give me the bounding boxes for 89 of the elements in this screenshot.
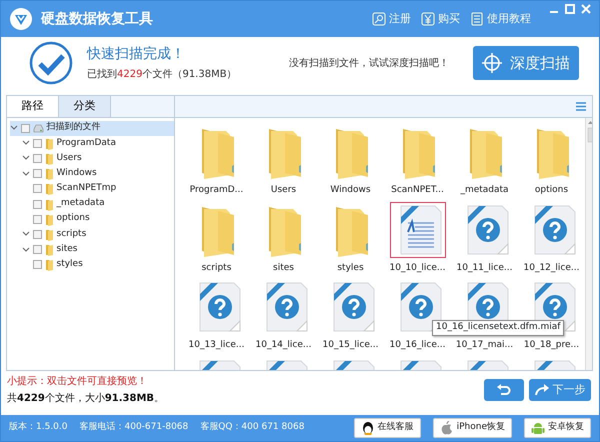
penguin-icon [360, 421, 375, 435]
tree-label: _metadata [56, 197, 105, 210]
file-name: 10_17_mai... [456, 339, 514, 352]
tree-item[interactable]: ProgramData [10, 136, 174, 151]
checkbox[interactable] [32, 260, 42, 270]
checkmark-circle-icon [29, 41, 73, 85]
scrollbar[interactable] [585, 118, 592, 370]
undo-arrow-icon [497, 384, 511, 396]
tree-item[interactable]: sites [10, 242, 174, 258]
chevron-down-icon[interactable] [10, 124, 18, 132]
tree-label: ProgramData [56, 136, 116, 150]
version-text: 版本：1.5.0.0 [9, 421, 68, 434]
tab[interactable]: 路径 [7, 96, 59, 117]
tree-item[interactable]: Windows [10, 166, 174, 182]
deep-scan-hint: 没有扫描到文件，试试深度扫描吧！ [289, 56, 449, 70]
tree-item[interactable]: Users [10, 150, 174, 166]
file-name: Windows [330, 184, 371, 197]
chevron-down-icon[interactable] [22, 154, 30, 162]
close-icon[interactable] [581, 4, 591, 14]
checkbox[interactable] [20, 124, 30, 133]
checkbox[interactable] [32, 154, 42, 163]
chevron-down-icon[interactable] [22, 246, 30, 254]
folder-icon [44, 243, 54, 256]
checkbox[interactable] [32, 214, 42, 224]
checkbox[interactable] [32, 138, 42, 148]
checkbox[interactable] [32, 184, 42, 194]
online-button[interactable]: 在线客服 [354, 418, 421, 438]
android-button[interactable]: 安卓恢复 [524, 418, 591, 438]
file-name: 10_15_lice... [322, 339, 378, 352]
forward-arrow-icon [534, 384, 548, 396]
folder-icon [44, 136, 54, 150]
file-name: 10_12_lice... [524, 262, 580, 274]
document-icon [470, 12, 484, 26]
file-name: options [534, 184, 568, 197]
scan-complete-title: 快速扫描完成！ [87, 44, 186, 64]
file-name: 10_14_lice... [256, 339, 312, 352]
checkbox[interactable] [32, 200, 42, 209]
file-name: ProgramD... [190, 184, 244, 197]
iphone-button[interactable]: iPhone恢复 [432, 418, 512, 438]
files-total-summary: 共4229个文件，大小91.38MB。 [7, 392, 164, 406]
tree-item[interactable]: styles [10, 257, 174, 272]
menu-icon[interactable] [576, 102, 586, 111]
drive-icon [32, 122, 44, 134]
file-name: 10_16_lice... [390, 339, 446, 352]
chevron-down-icon[interactable] [22, 170, 30, 178]
file-name: 10_18_pre... [524, 339, 580, 352]
folder-icon [44, 198, 54, 211]
tree-label: options [56, 212, 90, 226]
tree-item[interactable]: _metadata [10, 196, 174, 212]
checkbox[interactable] [32, 245, 42, 254]
qq-text: 客服QQ：400 671 8068 [200, 421, 304, 434]
checkbox[interactable] [32, 230, 42, 239]
crosshair-icon [482, 53, 502, 73]
shield-logo-icon [9, 7, 33, 31]
found-files-summary: 已找到4229个文件（91.38MB） [87, 68, 237, 82]
tree-label: Users [56, 152, 82, 165]
file-name: scripts [202, 262, 232, 274]
tree-item[interactable]: options [10, 212, 174, 227]
back-button[interactable] [484, 379, 524, 401]
file-name: ScanNPET... [391, 184, 444, 197]
android-robot-icon [531, 421, 545, 435]
file-name: _metadata [460, 184, 509, 197]
phone-text: 客服电话：400-671-8068 [80, 421, 188, 434]
tree-item[interactable]: ScanNPETmp [10, 181, 174, 196]
chevron-down-icon[interactable] [22, 230, 30, 238]
file-name: 10_10_lice... [390, 262, 446, 274]
tree-label: ScanNPETmp [56, 182, 116, 196]
file-tile[interactable] [390, 202, 446, 258]
window-title: 硬盘数据恢复工具 [41, 10, 153, 28]
file-name: Users [270, 184, 296, 197]
maximize-icon[interactable] [565, 4, 575, 14]
chevron-down-icon[interactable] [22, 139, 30, 148]
tree-label: styles [56, 258, 83, 272]
apple-icon [440, 421, 454, 435]
tab[interactable]: 分类 [59, 96, 111, 117]
file-name: 10_11_lice... [456, 262, 512, 274]
checkbox[interactable] [32, 169, 42, 178]
tree-item[interactable]: 扫描到的文件 [10, 120, 174, 136]
tree-label: sites [56, 242, 78, 256]
file-name: 10_13_lice... [188, 339, 244, 352]
file-name: sites [273, 262, 294, 274]
file-name: styles [337, 262, 364, 274]
yen-icon [421, 12, 435, 26]
tree-label: scripts [56, 228, 86, 241]
preview-tip: 小提示：双击文件可直接预览！ [7, 374, 148, 389]
tree-label: 扫描到的文件 [46, 121, 100, 134]
folder-icon [44, 167, 54, 180]
tree-item[interactable]: scripts [10, 226, 174, 242]
tree-label: Windows [56, 166, 97, 180]
